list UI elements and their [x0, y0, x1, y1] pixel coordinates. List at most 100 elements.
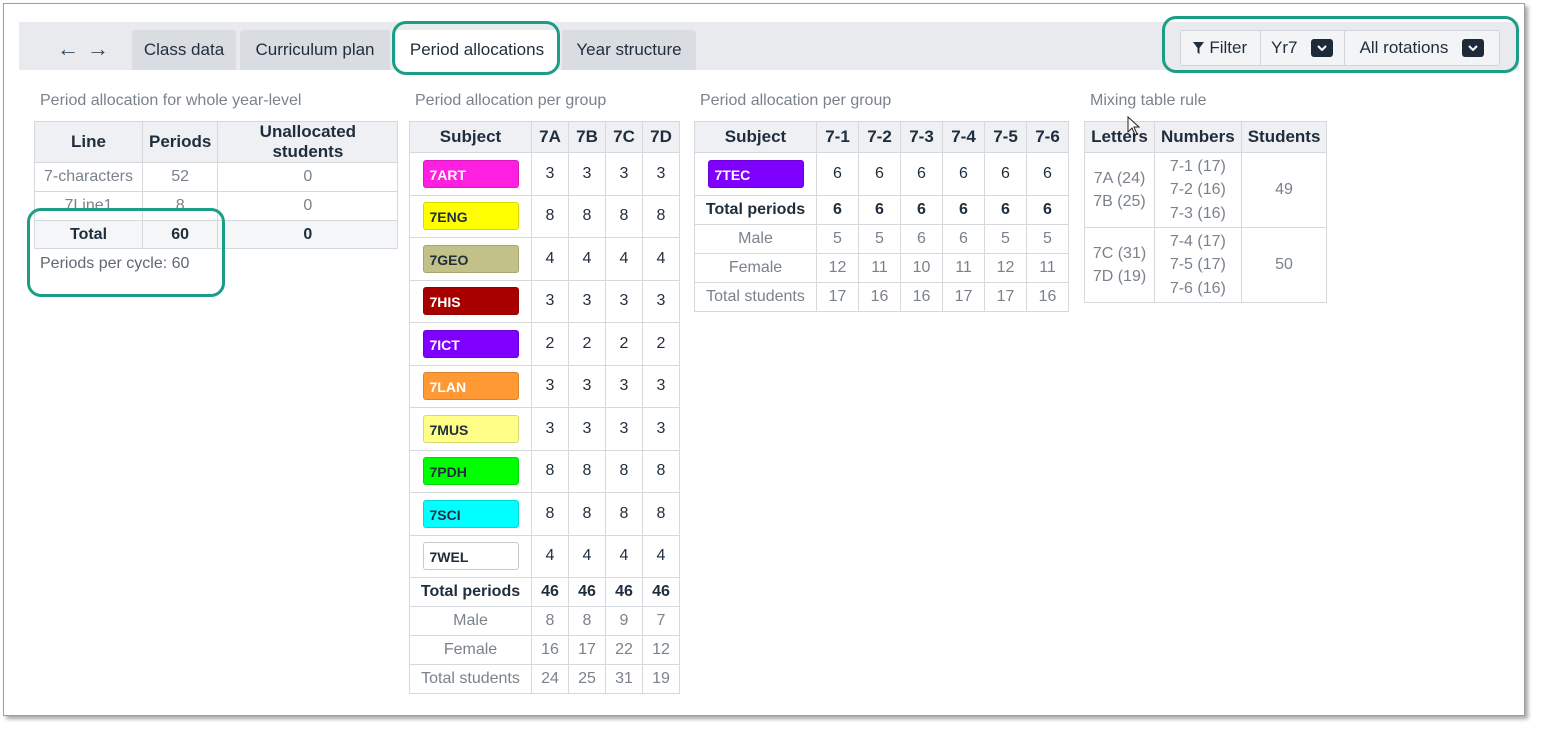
per-group-title: Period allocation per group [700, 92, 892, 109]
col-header: 7-2 [858, 121, 901, 153]
tab-curriculum-plan[interactable]: Curriculum plan [240, 30, 390, 70]
subject-chip[interactable]: 7HIS [422, 287, 519, 316]
row-label: Male [409, 606, 532, 636]
arrow-right-icon[interactable]: → [86, 34, 110, 64]
subject-chip[interactable]: 7MUS [422, 414, 519, 443]
subject-chip[interactable]: 7TEC [707, 159, 804, 188]
period-cell: 3 [531, 407, 569, 451]
period-cell: 3 [642, 364, 680, 408]
row-label: Female [409, 635, 532, 665]
period-cell: 8 [568, 194, 606, 238]
cell: 5 [816, 223, 859, 254]
cell: 16 [531, 635, 569, 665]
period-cell: 4 [568, 237, 606, 281]
period-cell: 6 [858, 152, 901, 196]
cell: 31 [605, 664, 643, 694]
cell: 6 [900, 194, 943, 225]
period-cell: 4 [605, 534, 643, 578]
number-group: 7-2 (16) [1169, 181, 1226, 199]
period-cell: 8 [531, 449, 569, 493]
cell: 10 [900, 252, 943, 283]
period-cell: 3 [568, 152, 606, 196]
row-label: Total students [409, 664, 532, 694]
arrow-left-icon[interactable]: ← [56, 34, 80, 64]
period-cell: 6 [942, 152, 985, 196]
cell: 25 [568, 664, 606, 694]
period-cell: 2 [642, 322, 680, 366]
cell: 5 [1026, 223, 1069, 254]
period-cell: 3 [642, 152, 680, 196]
cell: 5 [984, 223, 1027, 254]
cell: 52 [141, 162, 219, 192]
subject-cell: 7ART [409, 152, 532, 196]
female-row: Female 12 11 10 11 12 11 [694, 252, 1069, 283]
cell: 16 [900, 281, 943, 312]
total-students-row: Total students 17 16 16 17 17 16 [694, 281, 1069, 312]
tab-class-data[interactable]: Class data [132, 30, 236, 70]
col-header: 7A [531, 121, 569, 153]
period-cell: 4 [531, 237, 569, 281]
row-label: Male [694, 223, 817, 254]
cell: 6 [858, 194, 901, 225]
subject-cell: 7WEL [409, 534, 532, 578]
subject-chip[interactable]: 7ENG [422, 202, 519, 231]
period-cell: 8 [642, 449, 680, 493]
subject-row: 7PDH 8 8 8 8 [409, 449, 680, 493]
period-cell: 4 [531, 534, 569, 578]
col-header: 7B [568, 121, 606, 153]
tab-year-structure[interactable]: Year structure [562, 30, 696, 70]
cell: 11 [942, 252, 985, 283]
letters-cell: 7A (24) 7B (25) [1084, 152, 1155, 228]
cell: 6 [942, 223, 985, 254]
col-header: Periods [141, 121, 219, 163]
number-group: 7-1 (17) [1169, 157, 1226, 175]
per-group-letters-table: Subject 7A 7B 7C 7D 7ART 3 3 3 3 7ENG 8 8 8 8 7GEO 4 4 4 4… [409, 121, 680, 694]
row-label: Total periods [694, 194, 817, 225]
mixing-table: Letters Numbers Students 7A (24) 7B (25) 7… [1084, 121, 1328, 303]
letter-group: 7B (25) [1093, 193, 1146, 210]
highlight-toolbar [1162, 16, 1519, 73]
col-header: Numbers [1154, 121, 1242, 153]
subject-chip[interactable]: 7ICT [422, 329, 519, 358]
subject-chip[interactable]: 7ART [422, 159, 519, 188]
period-cell: 8 [642, 492, 680, 536]
cell: 0 [217, 162, 399, 192]
period-cell: 6 [900, 152, 943, 196]
subject-cell: 7MUS [409, 407, 532, 451]
period-cell: 3 [568, 407, 606, 451]
total-periods-row: Total periods 6 6 6 6 6 6 [694, 194, 1069, 225]
subject-chip[interactable]: 7WEL [422, 542, 519, 571]
col-header: 7-3 [900, 121, 943, 153]
col-header: Line [34, 121, 143, 163]
total-students-row: Total students 24 25 31 19 [409, 664, 680, 694]
cell: 46 [531, 577, 569, 607]
subject-chip[interactable]: 7SCI [422, 499, 519, 528]
period-cell: 3 [531, 279, 569, 323]
period-cell: 8 [642, 194, 680, 238]
period-cell: 3 [605, 407, 643, 451]
subject-chip[interactable]: 7PDH [422, 457, 519, 486]
cell: 46 [605, 577, 643, 607]
subject-chip[interactable]: 7LAN [422, 372, 519, 401]
male-row: Male 5 5 6 6 5 5 [694, 223, 1069, 254]
cell: 17 [942, 281, 985, 312]
number-group: 7-4 (17) [1169, 232, 1226, 250]
col-header: 7-6 [1026, 121, 1069, 153]
cell: 6 [900, 223, 943, 254]
cell: 11 [1026, 252, 1069, 283]
subject-cell: 7LAN [409, 364, 532, 408]
whole-year-title: Period allocation for whole year-level [40, 92, 302, 109]
highlight-total [27, 208, 225, 297]
subject-chip[interactable]: 7GEO [422, 244, 519, 273]
cell: 6 [1026, 194, 1069, 225]
period-cell: 2 [568, 322, 606, 366]
period-cell: 6 [816, 152, 859, 196]
period-cell: 3 [642, 279, 680, 323]
per-group-title: Period allocation per group [415, 92, 607, 109]
period-cell: 8 [568, 449, 606, 493]
period-cell: 2 [605, 322, 643, 366]
cell: 6 [984, 194, 1027, 225]
period-cell: 6 [1026, 152, 1069, 196]
cell: 6 [942, 194, 985, 225]
subject-cell: 7SCI [409, 492, 532, 536]
